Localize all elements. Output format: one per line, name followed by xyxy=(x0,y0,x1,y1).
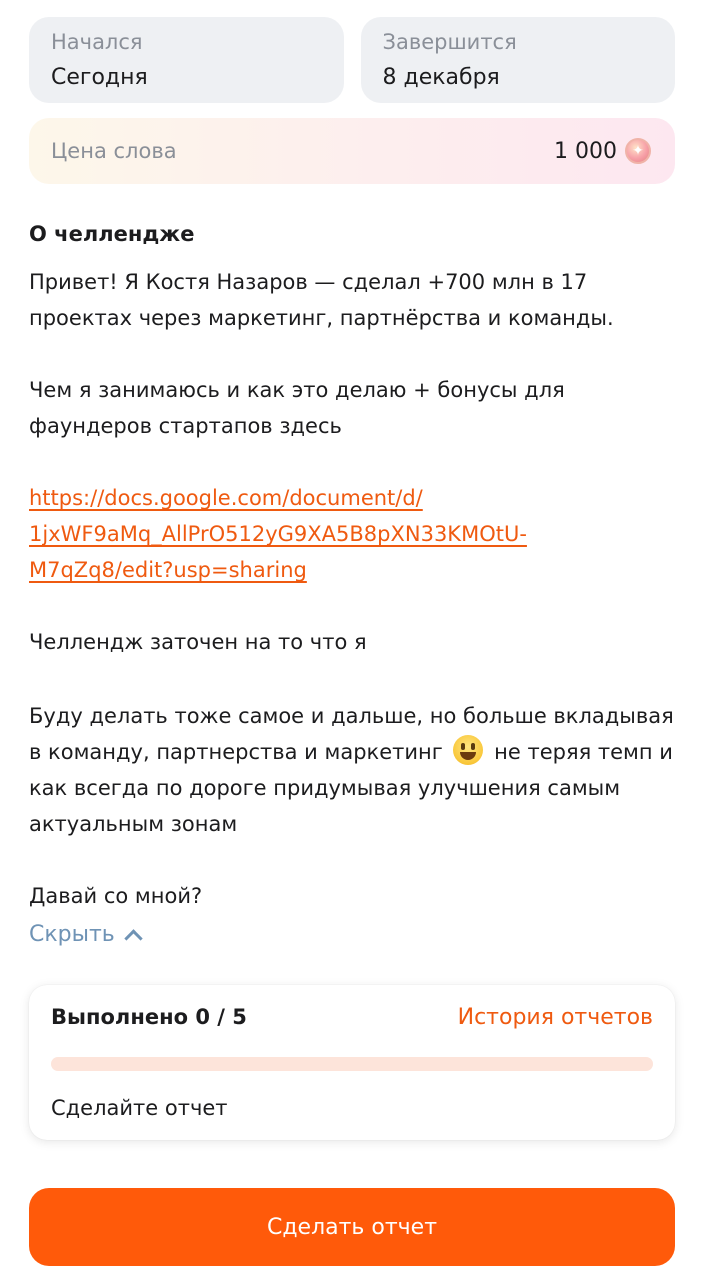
plan-line: как всегда по дороге придумывая улучшени… xyxy=(29,776,621,800)
plan-line: Буду делать тоже самое и дальше, но боль… xyxy=(29,704,674,728)
progress-hint: Сделайте отчет xyxy=(51,1096,228,1120)
word-price-label: Цена слова xyxy=(51,139,177,163)
plan-line: актуальным зонам xyxy=(29,812,238,836)
invite-paragraph: Давай со мной? xyxy=(29,884,203,908)
dates-row: Начался Сегодня Завершится 8 декабря xyxy=(29,17,675,103)
make-report-button[interactable]: Сделать отчет xyxy=(29,1188,675,1266)
word-price-value: 1 000 xyxy=(554,138,617,164)
bonus-paragraph: Чем я занимаюсь и как это делаю + бонусы… xyxy=(29,372,689,444)
star-coin-icon xyxy=(625,138,651,164)
end-date-value: 8 декабря xyxy=(382,65,500,90)
plan-paragraph: Буду делать тоже самое и дальше, но боль… xyxy=(29,698,689,842)
progress-card: Выполнено 0 / 5 История отчетов Сделайте… xyxy=(29,985,675,1140)
doc-link-line[interactable]: 1jxWF9aMq_AllPrO512yG9XA5B8pXN33KMOtU- xyxy=(29,522,527,546)
start-date-label: Начался xyxy=(51,30,143,54)
plan-line-part: в команду, партнерства и маркетинг xyxy=(29,740,443,764)
focus-paragraph: Челлендж заточен на то что я xyxy=(29,630,367,654)
end-date-label: Завершится xyxy=(382,30,517,54)
start-date-value: Сегодня xyxy=(51,65,148,90)
progress-header: Выполнено 0 / 5 История отчетов xyxy=(51,1005,653,1030)
about-title: О челлендже xyxy=(29,222,195,246)
chevron-up-icon xyxy=(124,929,143,948)
bonus-line: фаундеров стартапов здесь xyxy=(29,414,342,438)
bonus-line: Чем я занимаюсь и как это делаю + бонусы… xyxy=(29,378,565,402)
doc-link[interactable]: https://docs.google.com/document/d/ 1jxW… xyxy=(29,480,689,588)
word-price-amount: 1 000 xyxy=(554,138,651,164)
intro-paragraph: Привет! Я Костя Назаров — сделал +700 мл… xyxy=(29,264,689,336)
doc-link-line[interactable]: https://docs.google.com/document/d/ xyxy=(29,486,423,510)
progress-title: Выполнено 0 / 5 xyxy=(51,1005,247,1029)
progress-bar xyxy=(51,1057,653,1071)
intro-line: Привет! Я Костя Назаров — сделал +700 мл… xyxy=(29,270,588,294)
doc-link-line[interactable]: M7qZq8/edit?usp=sharing xyxy=(29,558,307,582)
report-history-link[interactable]: История отчетов xyxy=(458,1005,653,1030)
intro-line: проектах через маркетинг, партнёрства и … xyxy=(29,306,614,330)
challenge-page: Начался Сегодня Завершится 8 декабря Цен… xyxy=(0,0,704,1280)
word-price-card: Цена слова 1 000 xyxy=(29,118,675,184)
hide-toggle-label: Скрыть xyxy=(29,922,115,947)
plan-line: в команду, партнерства и маркетинг не те… xyxy=(29,734,689,770)
end-date-card: Завершится 8 декабря xyxy=(360,17,675,103)
start-date-card: Начался Сегодня xyxy=(29,17,344,103)
grinning-face-emoji-icon xyxy=(453,735,484,765)
plan-line-part: не теряя темп и xyxy=(494,740,673,764)
hide-description-toggle[interactable]: Скрыть xyxy=(29,922,143,948)
